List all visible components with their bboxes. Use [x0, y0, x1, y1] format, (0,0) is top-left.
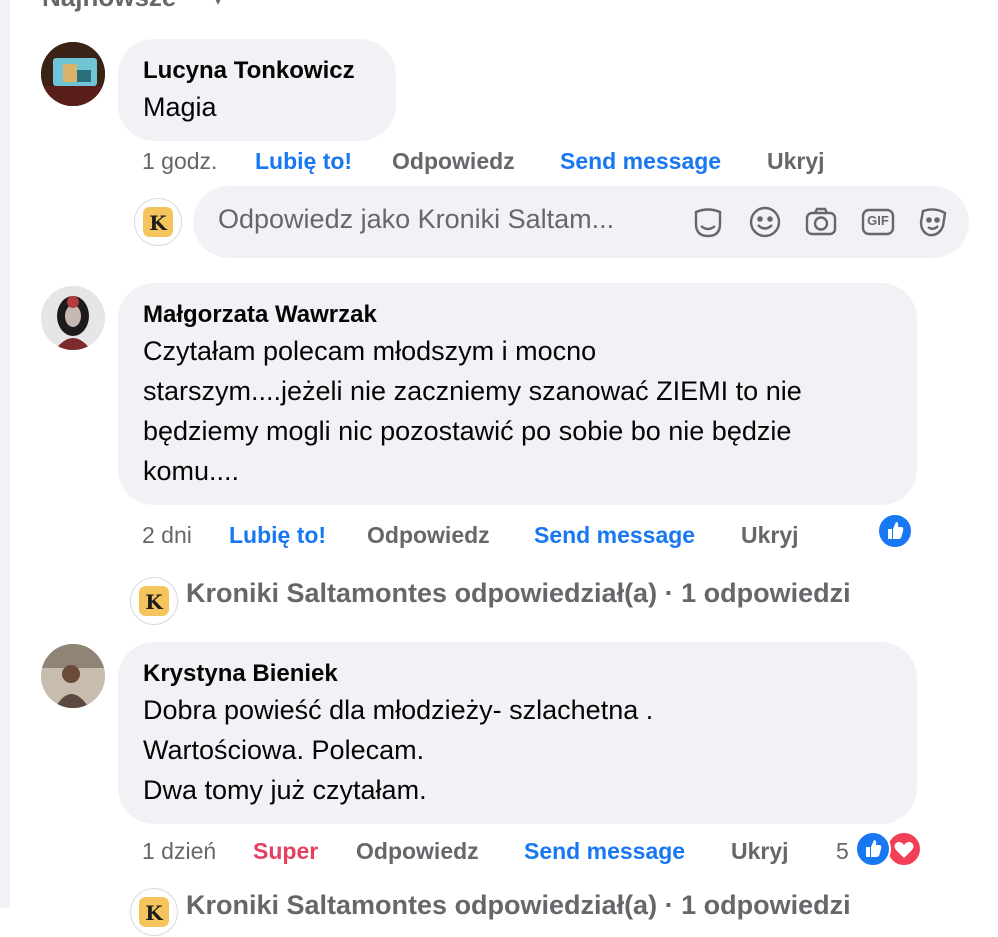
like-button[interactable]: Lubię to!: [229, 517, 326, 553]
super-reaction-button[interactable]: Super: [253, 833, 318, 869]
comment-text: Czytałam polecam młodszym i mocno starsz…: [143, 336, 802, 486]
hide-button[interactable]: Ukryj: [731, 833, 789, 869]
like-reaction-icon[interactable]: [855, 831, 891, 867]
comment-time[interactable]: 2 dni: [142, 517, 192, 553]
hide-button[interactable]: Ukryj: [741, 517, 799, 553]
comment-bubble: Krystyna Bieniek Dobra powieść dla młodz…: [118, 642, 917, 824]
like-button[interactable]: Lubię to!: [255, 143, 352, 179]
thread-author: Kroniki Saltamontes odpowiedział(a): [186, 578, 658, 608]
replies-thread-link[interactable]: Kroniki Saltamontes odpowiedział(a) · 1 …: [186, 578, 851, 609]
chevron-down-icon[interactable]: ▾: [214, 0, 222, 10]
comment-text: Magia: [143, 92, 217, 122]
sort-label[interactable]: Najnowsze: [42, 0, 176, 13]
avatar[interactable]: [41, 286, 105, 350]
reply-button[interactable]: Odpowiedz: [356, 833, 479, 869]
reply-input[interactable]: Odpowiedz jako Kroniki Saltam... GIF: [193, 186, 969, 258]
send-message-button[interactable]: Send message: [524, 833, 685, 869]
comment-time[interactable]: 1 dzień: [142, 833, 216, 869]
hide-button[interactable]: Ukryj: [767, 143, 825, 179]
comment-actions: 2 dni Lubię to! Odpowiedz Send message U…: [142, 517, 842, 553]
replies-thread-link[interactable]: Kroniki Saltamontes odpowiedział(a) · 1 …: [186, 890, 851, 921]
send-message-button[interactable]: Send message: [534, 517, 695, 553]
comment-author[interactable]: Lucyna Tonkowicz: [143, 55, 372, 87]
reply-count: 1 odpowiedzi: [681, 890, 851, 920]
sticker-icon[interactable]: [690, 204, 726, 240]
page-avatar[interactable]: K: [134, 198, 182, 246]
send-message-button[interactable]: Send message: [560, 143, 721, 179]
comment-time[interactable]: 1 godz.: [142, 143, 217, 179]
page-avatar[interactable]: K: [130, 577, 178, 625]
comment-actions: 1 dzień Super Odpowiedz Send message Ukr…: [142, 833, 842, 869]
comment-author[interactable]: Małgorzata Wawrzak: [143, 299, 893, 331]
comment-author[interactable]: Krystyna Bieniek: [143, 658, 893, 690]
camera-icon[interactable]: [803, 204, 839, 240]
thread-author: Kroniki Saltamontes odpowiedział(a): [186, 890, 658, 920]
comment-actions: 1 godz. Lubię to! Odpowiedz Send message…: [142, 143, 842, 179]
left-divider: [0, 0, 10, 908]
comment-bubble: Małgorzata Wawrzak Czytałam polecam młod…: [118, 283, 917, 505]
avatar-sticker-icon[interactable]: [915, 204, 951, 240]
reply-placeholder: Odpowiedz jako Kroniki Saltam...: [218, 204, 615, 234]
emoji-icon[interactable]: [747, 204, 783, 240]
reply-count: 1 odpowiedzi: [681, 578, 851, 608]
thread-separator: ·: [664, 890, 674, 920]
comment-text: Dobra powieść dla młodzieży- szlachetna …: [143, 695, 654, 805]
reaction-count[interactable]: 5: [836, 833, 849, 869]
reply-button[interactable]: Odpowiedz: [392, 143, 515, 179]
avatar[interactable]: [41, 644, 105, 708]
page-avatar[interactable]: K: [130, 888, 178, 936]
comment-bubble: Lucyna Tonkowicz Magia: [118, 39, 396, 141]
love-reaction-icon[interactable]: [886, 831, 922, 867]
like-reaction-icon[interactable]: [877, 513, 913, 549]
thread-separator: ·: [664, 578, 674, 608]
reply-button[interactable]: Odpowiedz: [367, 517, 490, 553]
avatar[interactable]: [41, 42, 105, 106]
gif-icon[interactable]: GIF: [860, 204, 896, 240]
